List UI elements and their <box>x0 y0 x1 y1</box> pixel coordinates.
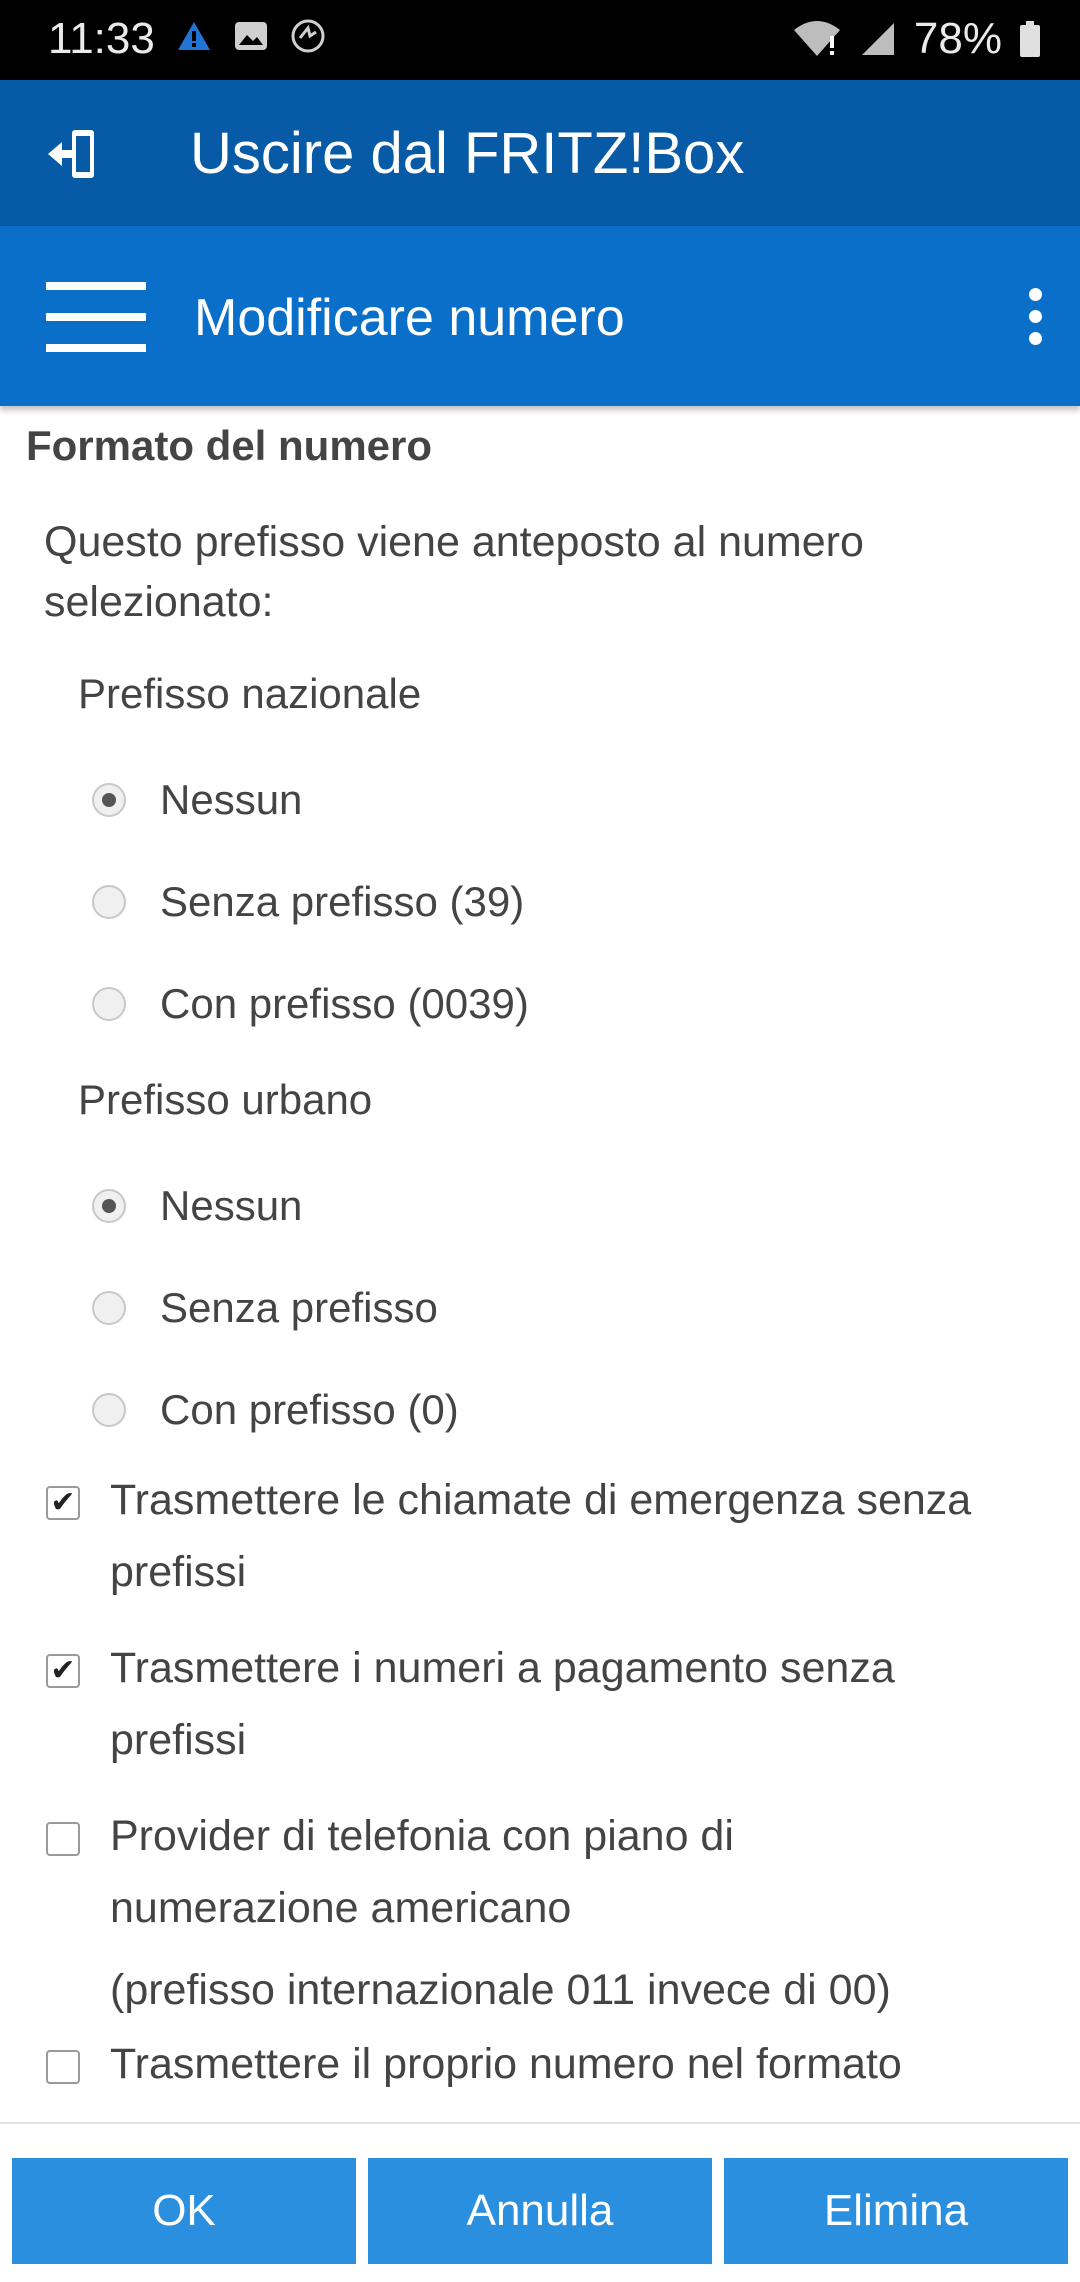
status-icons-left <box>176 18 326 54</box>
radio-urban-with-prefix[interactable]: Con prefisso (0) <box>92 1380 459 1440</box>
radio-button[interactable] <box>92 783 126 817</box>
status-icons-right: 78% <box>792 14 1040 64</box>
checkbox-label: Trasmettere le chiamate di emergenza sen… <box>110 1476 972 1596</box>
urban-prefix-label: Prefisso urbano <box>78 1076 373 1123</box>
sync-icon <box>291 19 325 53</box>
battery-percent: 78% <box>913 14 1002 63</box>
radio-urban-none[interactable]: Nessun <box>92 1176 302 1236</box>
status-time: 11:33 <box>48 14 155 63</box>
wifi-icon <box>793 21 840 56</box>
battery-icon <box>1020 21 1040 57</box>
radio-button[interactable] <box>92 1291 126 1325</box>
ok-button[interactable]: OK <box>12 2158 356 2264</box>
signal-icon <box>861 23 894 55</box>
checkbox-sublabel: (prefisso internazionale 011 invece di 0… <box>110 1966 891 2014</box>
checkbox-label: Trasmettere i numeri a pagamento senza p… <box>110 1644 895 1764</box>
national-prefix-label: Prefisso nazionale <box>78 670 422 717</box>
radio-national-without-prefix[interactable]: Senza prefisso (39) <box>92 872 524 932</box>
radio-label: Con prefisso (0) <box>160 1386 459 1433</box>
cancel-button[interactable]: Annulla <box>368 2158 712 2264</box>
radio-label: Senza prefisso (39) <box>160 878 525 925</box>
radio-button[interactable] <box>92 1393 126 1427</box>
radio-national-with-prefix[interactable]: Con prefisso (0039) <box>92 974 529 1034</box>
delete-button[interactable]: Elimina <box>724 2158 1068 2264</box>
radio-button[interactable] <box>92 1189 126 1223</box>
hamburger-menu-icon[interactable] <box>46 282 146 352</box>
radio-national-none[interactable]: Nessun <box>92 770 302 830</box>
radio-urban-without-prefix[interactable]: Senza prefisso <box>92 1278 438 1338</box>
section-title: Formato del numero <box>26 422 433 469</box>
sub-header: Modificare numero <box>0 226 1080 406</box>
page-header-title[interactable]: Uscire dal FRITZ!Box <box>190 120 744 187</box>
checkbox-label: Provider di telefonia con piano di numer… <box>110 1812 734 1932</box>
footer-actions: OK Annulla Elimina <box>0 2122 1080 2282</box>
logout-icon[interactable] <box>46 124 106 184</box>
top-bar: Uscire dal FRITZ!Box <box>0 80 1080 226</box>
radio-button[interactable] <box>92 987 126 1021</box>
radio-label: Con prefisso (0039) <box>160 980 529 1027</box>
checkbox[interactable] <box>46 2050 80 2084</box>
checkbox-emergency-calls[interactable]: ✔ Trasmettere le chiamate di emergenza s… <box>46 1476 1056 1608</box>
status-bar: 11:33 78% <box>0 0 1080 80</box>
checkbox-american-numbering[interactable]: Provider di telefonia con piano di numer… <box>46 1812 1056 1944</box>
checkbox-label: Trasmettere il proprio numero nel format… <box>110 2040 902 2088</box>
more-options-icon[interactable] <box>1020 288 1050 348</box>
section-description: Questo prefisso viene anteposto al numer… <box>44 518 864 626</box>
radio-label: Senza prefisso <box>160 1284 438 1331</box>
page-title: Modificare numero <box>194 289 625 347</box>
checkbox-premium-numbers[interactable]: ✔ Trasmettere i numeri a pagamento senza… <box>46 1644 1056 1776</box>
checkbox-international-format[interactable]: Trasmettere il proprio numero nel format… <box>46 2040 1056 2100</box>
radio-button[interactable] <box>92 885 126 919</box>
image-icon <box>235 22 267 50</box>
checkbox[interactable] <box>46 1822 80 1856</box>
alert-icon <box>178 22 210 50</box>
checkbox[interactable]: ✔ <box>46 1486 80 1520</box>
radio-label: Nessun <box>160 776 303 823</box>
checkbox[interactable]: ✔ <box>46 1654 80 1688</box>
radio-label: Nessun <box>160 1182 303 1229</box>
